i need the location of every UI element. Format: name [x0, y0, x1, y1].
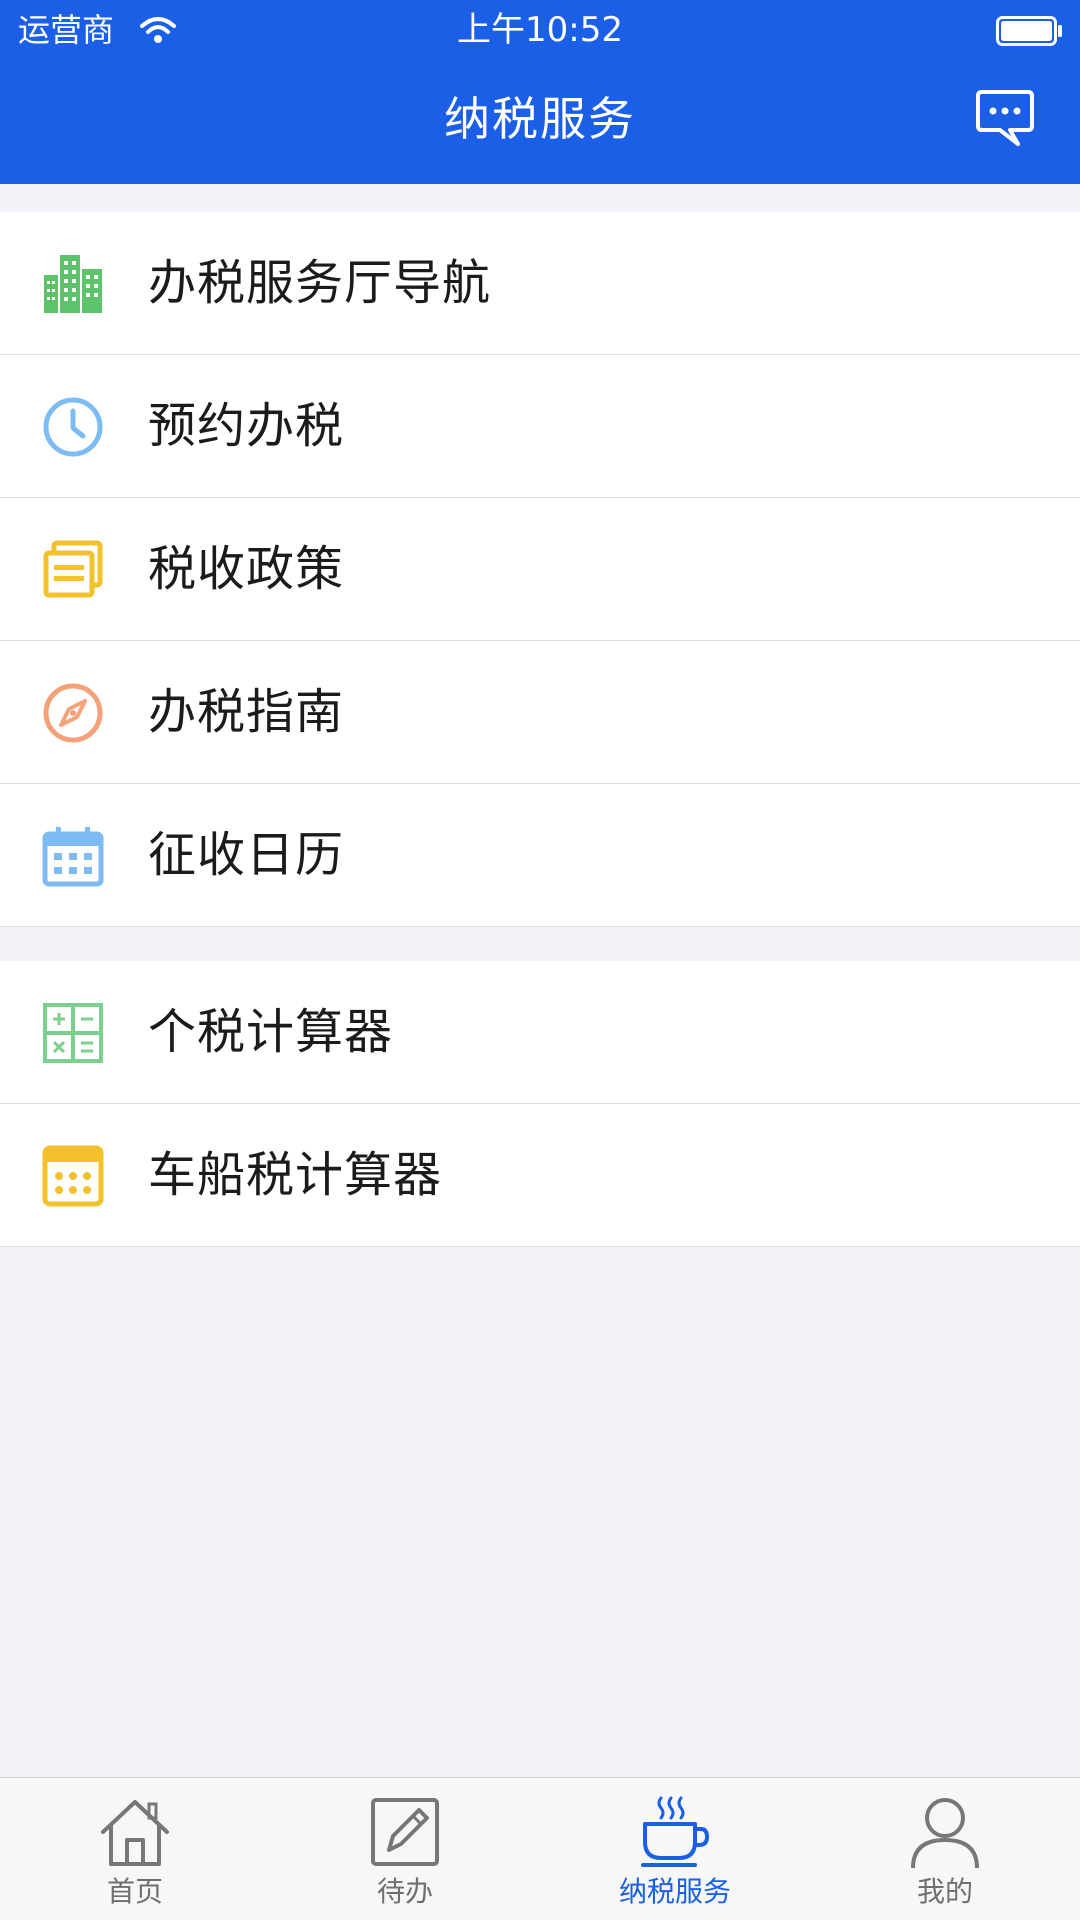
tab-label: 首页 — [106, 1875, 163, 1908]
list-item-guide[interactable]: 办税指南 — [0, 641, 1080, 784]
user-icon — [911, 1798, 979, 1869]
list-item-label: 征收日历 — [148, 827, 345, 883]
calculator-icon — [43, 1003, 103, 1063]
list-item-label: 税收政策 — [148, 541, 345, 597]
tab-label: 待办 — [376, 1875, 433, 1908]
documents-icon — [43, 540, 103, 598]
list-item-calendar[interactable]: 征收日历 — [0, 784, 1080, 927]
battery-icon — [996, 16, 1062, 46]
home-icon — [101, 1800, 169, 1866]
coffee-cup-icon — [641, 1796, 710, 1867]
list-item-label: 个税计算器 — [148, 1004, 394, 1060]
header: 运营商 上午10:52 纳税服务 — [0, 0, 1080, 184]
keypad-icon — [42, 1145, 104, 1207]
list-item-vehicle-tax-calculator[interactable]: 车船税计算器 — [0, 1104, 1080, 1247]
clock-icon — [43, 397, 103, 457]
edit-icon — [371, 1798, 439, 1866]
list-item-hall-navigation[interactable]: 办税服务厅导航 — [0, 212, 1080, 355]
list-item-tax-policy[interactable]: 税收政策 — [0, 498, 1080, 641]
calendar-icon — [42, 827, 104, 887]
page-title: 纳税服务 — [444, 92, 636, 146]
message-icon[interactable] — [974, 88, 1036, 150]
list-item-label: 预约办税 — [148, 398, 345, 454]
list-item-label: 办税指南 — [148, 684, 345, 740]
list-item-appointment[interactable]: 预约办税 — [0, 355, 1080, 498]
compass-icon — [43, 683, 103, 743]
list-item-label: 车船税计算器 — [148, 1147, 443, 1203]
tab-mine[interactable]: 我的 — [810, 1778, 1080, 1920]
nav-bar: 纳税服务 — [0, 60, 1080, 184]
list-item-label: 办税服务厅导航 — [148, 255, 492, 311]
tab-bar: 首页 待办 纳税服务 我的 — [0, 1777, 1080, 1920]
list-item-income-tax-calculator[interactable]: 个税计算器 — [0, 961, 1080, 1104]
service-list: 办税服务厅导航 预约办税 税收政策 办税指南 征收日历 — [0, 212, 1080, 927]
tab-label: 我的 — [916, 1875, 973, 1908]
status-bar: 运营商 上午10:52 — [0, 0, 1080, 60]
tab-tax-service[interactable]: 纳税服务 — [540, 1778, 810, 1920]
buildings-icon — [44, 255, 102, 313]
tab-label: 纳税服务 — [618, 1875, 731, 1908]
tab-home[interactable]: 首页 — [0, 1778, 270, 1920]
calculator-list: 个税计算器 车船税计算器 — [0, 961, 1080, 1247]
status-time: 上午10:52 — [457, 10, 623, 50]
tab-todo[interactable]: 待办 — [270, 1778, 540, 1920]
